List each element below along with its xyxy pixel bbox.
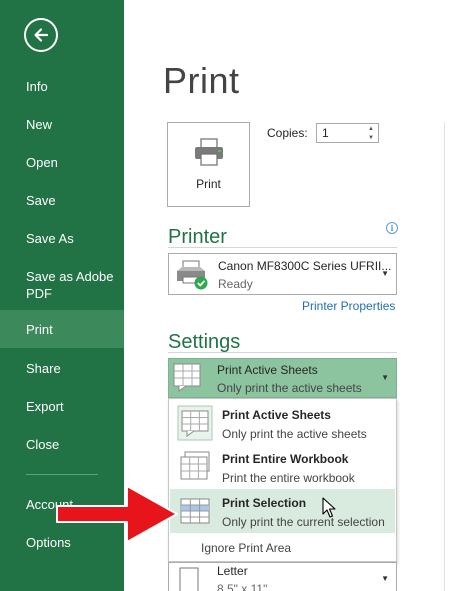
sidebar-item-save[interactable]: Save <box>0 192 124 209</box>
active-sheets-icon <box>177 405 213 441</box>
printer-dropdown[interactable]: Canon MF8300C Series UFRII... Ready ▼ <box>168 253 397 295</box>
entire-workbook-icon <box>180 451 210 480</box>
menu-item-subtitle: Only print the active sheets <box>222 427 367 441</box>
print-button[interactable]: Print <box>167 122 250 207</box>
ignore-print-area-option[interactable]: Ignore Print Area <box>201 541 291 555</box>
preview-divider <box>444 122 445 591</box>
sidebar-item-save-as[interactable]: Save As <box>0 230 124 247</box>
sidebar-item-print[interactable]: Print <box>0 310 124 348</box>
print-what-selected-subtitle: Only print the active sheets <box>217 381 362 395</box>
printer-status: Ready <box>218 277 253 291</box>
menu-item-print-active-sheets[interactable]: Print Active Sheets Only print the activ… <box>170 401 395 445</box>
print-what-dropdown[interactable]: Print Active Sheets Only print the activ… <box>168 358 397 398</box>
paper-size-title: Letter <box>217 564 248 578</box>
menu-item-print-selection[interactable]: Print Selection Only print the current s… <box>170 489 395 533</box>
sidebar-item-open[interactable]: Open <box>0 154 124 171</box>
chevron-down-icon: ▼ <box>368 134 374 141</box>
back-button[interactable] <box>24 18 58 52</box>
sidebar-item-export[interactable]: Export <box>0 398 124 415</box>
back-arrow-icon <box>34 28 49 42</box>
paper-size-subtitle: 8.5" x 11" <box>217 582 268 591</box>
printer-ready-icon <box>177 260 208 290</box>
paper-size-dropdown[interactable]: Letter 8.5" x 11" ▼ <box>168 562 397 591</box>
sidebar-divider <box>26 474 98 475</box>
copies-increment-button[interactable]: ▲ <box>364 124 378 133</box>
copies-decrement-button[interactable]: ▼ <box>364 133 378 142</box>
chevron-down-icon: ▼ <box>381 574 389 583</box>
print-what-menu: Print Active Sheets Only print the activ… <box>168 398 397 562</box>
menu-item-title: Print Active Sheets <box>222 408 331 422</box>
copies-stepper[interactable]: 1 ▲ ▼ <box>316 123 379 143</box>
sidebar-item-close[interactable]: Close <box>0 436 124 453</box>
printer-icon <box>195 138 223 166</box>
printer-heading: Printer <box>168 226 227 248</box>
sidebar-item-save-as-adobe-pdf[interactable]: Save as Adobe PDF <box>0 268 118 302</box>
active-sheets-icon <box>173 363 201 392</box>
sidebar-item-new[interactable]: New <box>0 116 124 133</box>
menu-item-subtitle: Print the entire workbook <box>222 471 355 485</box>
red-annotation-arrow <box>56 485 178 543</box>
settings-heading: Settings <box>168 331 241 353</box>
printer-name: Canon MF8300C Series UFRII... <box>218 259 392 273</box>
menu-item-title: Print Entire Workbook <box>222 452 349 466</box>
paper-size-icon <box>179 567 199 591</box>
printer-heading-rule <box>168 247 397 248</box>
settings-heading-rule <box>168 352 397 353</box>
print-button-label: Print <box>196 177 221 191</box>
mouse-cursor-icon <box>322 497 336 518</box>
print-what-selected-title: Print Active Sheets <box>217 363 318 377</box>
copies-value[interactable]: 1 <box>322 126 329 140</box>
menu-item-title: Print Selection <box>222 496 307 510</box>
menu-item-subtitle: Only print the current selection <box>222 515 385 529</box>
info-icon[interactable]: i <box>386 222 398 234</box>
page-title: Print <box>163 60 240 101</box>
chevron-up-icon: ▲ <box>368 125 374 132</box>
copies-label: Copies: <box>267 126 308 140</box>
printer-properties-link[interactable]: Printer Properties <box>302 299 395 313</box>
selection-icon <box>180 498 210 524</box>
sidebar-item-share[interactable]: Share <box>0 360 124 377</box>
chevron-down-icon: ▼ <box>381 373 389 382</box>
menu-item-print-entire-workbook[interactable]: Print Entire Workbook Print the entire w… <box>170 445 395 489</box>
sidebar-item-info[interactable]: Info <box>0 78 124 95</box>
chevron-down-icon: ▼ <box>381 269 389 278</box>
